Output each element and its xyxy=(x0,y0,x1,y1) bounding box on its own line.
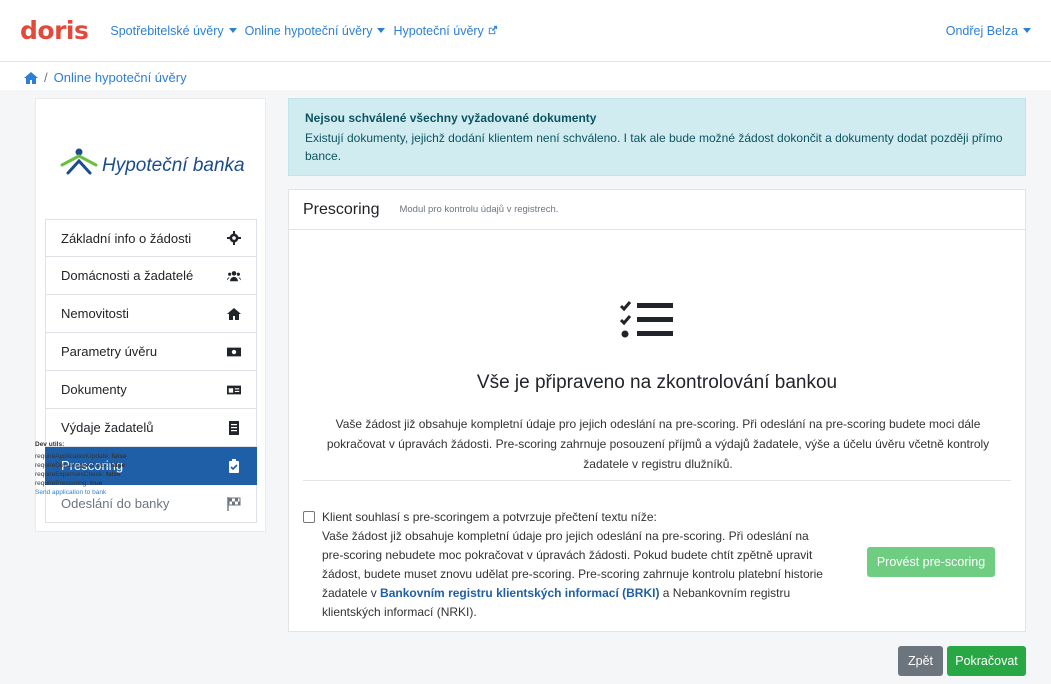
dev-flag: requireDocumentsCheck: false xyxy=(35,462,125,469)
caret-down-icon xyxy=(377,28,386,33)
divider xyxy=(303,480,1011,481)
dev-flag: requireExpensesCheck: false xyxy=(35,471,121,478)
home-icon[interactable] xyxy=(24,71,38,84)
sidebar-item-households[interactable]: Domácnosti a žadatelé xyxy=(45,257,257,295)
user-menu[interactable]: Ondřej Belza xyxy=(946,24,1031,38)
clipboard-check-icon xyxy=(229,458,239,473)
consent-checkbox[interactable] xyxy=(303,511,315,523)
bank-logo-icon xyxy=(60,148,98,175)
breadcrumb-current[interactable]: Online hypoteční úvěry xyxy=(54,70,187,85)
bank-name: Hypoteční banka xyxy=(102,155,245,176)
consent-block: Klient souhlasí s pre-scoringem a potvrz… xyxy=(303,508,823,622)
top-navbar: doris Spotřebitelské úvěry Online hypote… xyxy=(0,0,1051,62)
ready-heading: Vše je připraveno na zkontrolování banko… xyxy=(476,372,838,393)
alert-title: Nejsou schválené všechny vyžadované doku… xyxy=(305,111,597,125)
sidebar-item-documents[interactable]: Dokumenty xyxy=(45,371,257,409)
dev-utils: Dev utils: requireApplicationUpdate: fal… xyxy=(35,441,127,496)
nav-online-mortgage[interactable]: Online hypoteční úvěry xyxy=(245,24,386,38)
consent-text: Klient souhlasí s pre-scoringem a potvrz… xyxy=(322,510,823,619)
brki-link[interactable]: Bankovním registru klientských informací… xyxy=(380,586,659,600)
users-icon xyxy=(227,270,241,281)
send-application-link[interactable]: Send application to bank xyxy=(35,489,106,496)
nav-consumer-loans[interactable]: Spotřebitelské úvěry xyxy=(110,24,237,38)
caret-down-icon xyxy=(228,28,237,33)
continue-button[interactable]: Pokračovat xyxy=(947,646,1026,676)
money-icon xyxy=(227,347,241,356)
dev-flag: requirePrescoring: true xyxy=(35,480,103,487)
external-link-icon xyxy=(488,25,497,35)
card-subtitle: Modul pro kontrolu údajů v registrech. xyxy=(399,204,559,215)
prescoring-card: Prescoring Modul pro kontrolu údajů v re… xyxy=(288,189,1026,632)
bank-logo: Hypoteční banka xyxy=(60,147,245,177)
documents-alert: Nejsou schválené všechny vyžadované doku… xyxy=(288,98,1026,176)
tasks-list-icon xyxy=(619,301,673,338)
sidebar-item-properties[interactable]: Nemovitosti xyxy=(45,295,257,333)
card-header: Prescoring Modul pro kontrolu údajů v re… xyxy=(289,190,1025,230)
run-prescoring-button[interactable]: Provést pre-scoring xyxy=(867,547,995,577)
id-card-icon xyxy=(227,385,241,394)
ready-description: Vaše žádost již obsahuje kompletní údaje… xyxy=(326,417,990,471)
flag-checkered-icon xyxy=(227,496,241,511)
back-button[interactable]: Zpět xyxy=(898,646,943,676)
alert-text: Existují dokumenty, jejichž dodání klien… xyxy=(305,131,1003,163)
home-icon xyxy=(227,307,241,320)
doris-logo[interactable]: doris xyxy=(20,16,89,45)
card-title: Prescoring xyxy=(303,200,380,218)
receipt-icon xyxy=(229,420,239,435)
breadcrumb-separator: / xyxy=(44,70,48,85)
caret-down-icon xyxy=(1023,28,1031,33)
breadcrumb: / Online hypoteční úvěry xyxy=(24,70,187,85)
gear-icon xyxy=(227,231,241,245)
dev-flag: requireApplicationUpdate: false xyxy=(35,453,127,460)
sidebar-item-loan-params[interactable]: Parametry úvěru xyxy=(45,333,257,371)
nav-mortgage-external[interactable]: Hypoteční úvěry xyxy=(393,24,497,38)
sidebar-item-basic-info[interactable]: Základní info o žádosti xyxy=(45,219,257,257)
